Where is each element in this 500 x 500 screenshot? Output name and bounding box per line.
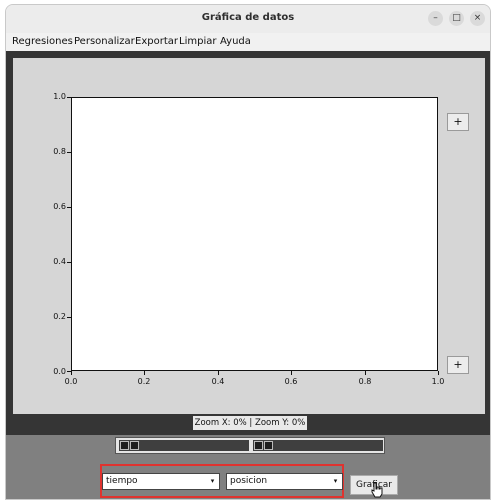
menubar: Regresiones Personalizar Exportar Limpia…	[6, 33, 490, 51]
y-tick-label: 1.0	[53, 92, 66, 101]
y-tick-mark	[67, 152, 71, 153]
y-tick-label: 0.4	[53, 257, 66, 266]
y-tick-mark	[67, 317, 71, 318]
zoom-sliders[interactable]	[115, 437, 385, 454]
x-tick-mark	[365, 371, 366, 375]
menu-ayuda[interactable]: Ayuda	[220, 36, 251, 47]
app-window: Gráfica de datos – □ × Regresiones Perso…	[5, 4, 491, 500]
minimize-icon[interactable]: –	[428, 11, 443, 26]
dropdown-arrow-icon: ▾	[333, 477, 338, 485]
zoom-y-slider-handle[interactable]	[254, 441, 263, 450]
add-top-button[interactable]: +	[447, 113, 469, 131]
zoom-y-slider-handle[interactable]	[264, 441, 273, 450]
x-tick-mark	[291, 371, 292, 375]
add-bottom-button[interactable]: +	[447, 356, 469, 374]
y-tick-mark	[67, 97, 71, 98]
y-tick-label: 0.6	[53, 202, 66, 211]
window-title: Gráfica de datos	[201, 12, 295, 23]
x-tick-label: 0.6	[284, 377, 298, 386]
menu-regresiones[interactable]: Regresiones	[12, 36, 73, 47]
x-tick-mark	[144, 371, 145, 375]
x-tick-mark	[438, 371, 439, 375]
y-tick-label: 0.0	[53, 367, 66, 376]
plot-panel: 1.0 0.8 0.6 0.4 0.2 0.0 0.0 0.2 0.4 0.6 …	[13, 58, 485, 414]
menu-personalizar[interactable]: Personalizar	[74, 36, 135, 47]
hand-cursor-icon	[371, 482, 383, 498]
zoom-x-slider-handle[interactable]	[130, 441, 139, 450]
x-tick-label: 0.0	[64, 377, 78, 386]
x-tick-label: 0.8	[358, 377, 372, 386]
y-variable-value: posicion	[230, 476, 268, 486]
x-variable-value: tiempo	[106, 476, 138, 486]
plot-axes[interactable]	[71, 97, 438, 371]
dropdown-arrow-icon: ▾	[210, 477, 215, 485]
x-variable-select[interactable]: tiempo ▾	[102, 473, 220, 490]
menu-limpiar[interactable]: Limpiar	[179, 36, 216, 47]
x-tick-label: 1.0	[431, 377, 445, 386]
titlebar: Gráfica de datos – □ ×	[6, 5, 490, 33]
x-tick-label: 0.4	[211, 377, 225, 386]
y-tick-mark	[67, 207, 71, 208]
x-tick-mark	[218, 371, 219, 375]
y-tick-label: 0.8	[53, 147, 66, 156]
x-tick-mark	[71, 371, 72, 375]
zoom-x-slider-handle[interactable]	[120, 441, 129, 450]
close-icon[interactable]: ×	[470, 11, 485, 26]
menu-exportar[interactable]: Exportar	[135, 36, 178, 47]
y-variable-select[interactable]: posicion ▾	[226, 473, 343, 490]
y-tick-mark	[67, 262, 71, 263]
y-tick-label: 0.2	[53, 312, 66, 321]
zoom-status: Zoom X: 0% | Zoom Y: 0%	[193, 416, 307, 430]
maximize-icon[interactable]: □	[449, 11, 464, 26]
x-tick-label: 0.2	[137, 377, 151, 386]
